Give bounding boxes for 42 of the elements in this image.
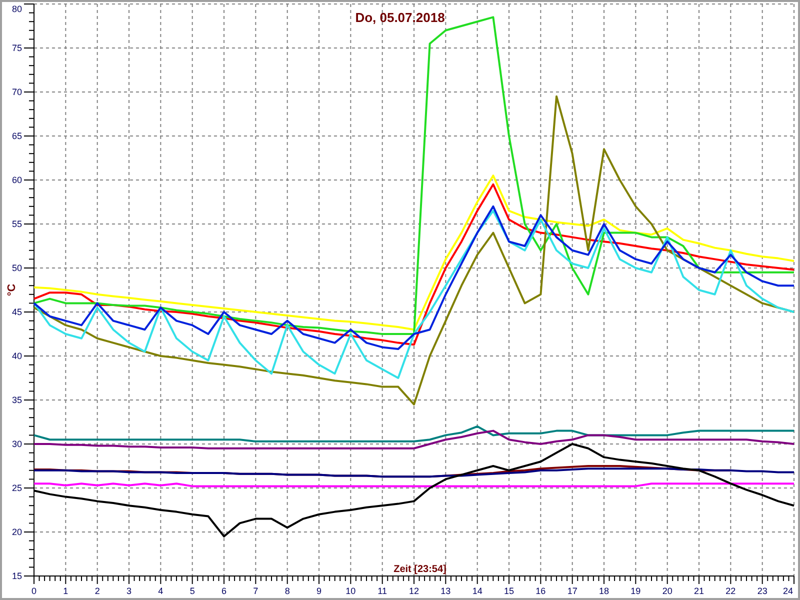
tick-label: 3 [126,586,132,596]
chart-title: Do, 05.07.2018 [355,10,445,25]
tick-label: 23 [757,586,768,596]
tick-label: 11 [378,586,387,596]
axis-label: °C [6,284,18,296]
tick-label: 50 [12,263,22,273]
tick-label: 20 [662,586,672,596]
tick-label: 18 [599,586,609,596]
tick-label: 10 [346,586,356,596]
tick-label: 80 [12,4,22,14]
tick-label: 17 [567,586,578,596]
tick-label: 25 [12,483,22,493]
tick-label: 8 [284,586,290,596]
tick-label: 7 [253,586,258,596]
tick-label: 30 [12,439,22,449]
tick-label: 15 [504,586,514,596]
tick-label: 60 [12,175,22,185]
tick-label: 75 [12,43,22,53]
tick-label: 16 [536,586,546,596]
tick-label: 70 [12,87,22,97]
tick-label: 14 [472,586,482,596]
tick-label: 13 [440,586,451,596]
tick-label: 20 [12,527,22,537]
tick-label: 12 [409,586,419,596]
tick-label: 5 [190,586,195,596]
tick-label: 65 [12,131,22,141]
tick-label: 9 [316,586,322,596]
axis-label: Zeit [23:54] [394,564,446,575]
tick-label: 45 [12,307,22,317]
tick-label: 35 [12,395,22,405]
tick-label: 40 [12,351,22,361]
tick-label: 2 [94,586,100,596]
tick-label: 22 [726,586,736,596]
tick-label: 1 [63,586,68,596]
tick-label: 21 [694,586,704,596]
tick-label: 0 [32,586,36,596]
tick-label: 15 [12,571,22,581]
tick-label: 55 [12,219,22,229]
tick-label: 4 [158,586,164,596]
tick-label: 24 [783,586,793,596]
tick-label: 6 [222,586,226,596]
tick-label: 19 [630,586,641,596]
